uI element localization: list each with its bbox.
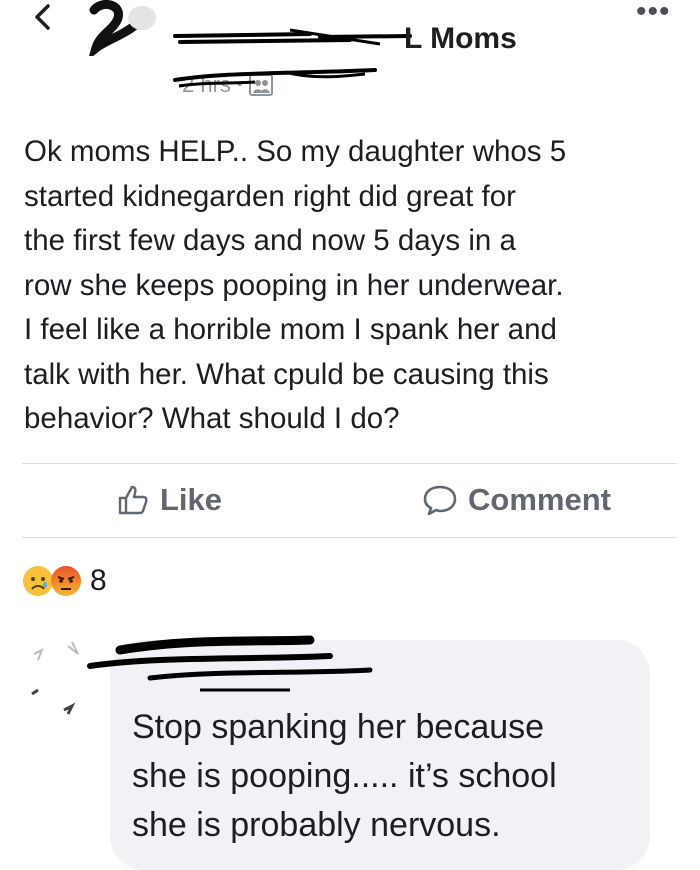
back-arrow-icon[interactable]	[28, 2, 58, 32]
divider	[22, 537, 677, 538]
reaction-count: 8	[90, 564, 107, 597]
like-label: Like	[160, 482, 223, 517]
post-body: Ok moms HELP.. So my daughter whos 5 sta…	[24, 135, 567, 435]
comment-bubble-icon	[423, 485, 457, 516]
like-button[interactable]: Like	[116, 482, 222, 518]
redacted-avatar	[89, 0, 156, 56]
redaction-scribble	[87, 635, 373, 692]
redaction-scribble	[173, 28, 412, 46]
redaction-scribble	[173, 68, 377, 88]
comment-button[interactable]: Comment	[422, 482, 611, 518]
reaction-summary[interactable]: 8	[22, 564, 107, 598]
angry-icon	[51, 566, 81, 596]
more-options-icon[interactable]: •••	[636, 0, 671, 27]
comment-label: Comment	[468, 482, 611, 517]
divider	[22, 463, 677, 464]
group-title[interactable]: L Moms	[404, 21, 517, 57]
thumbs-up-icon	[118, 485, 148, 515]
comment-text: Stop spanking her because she is pooping…	[132, 708, 557, 844]
